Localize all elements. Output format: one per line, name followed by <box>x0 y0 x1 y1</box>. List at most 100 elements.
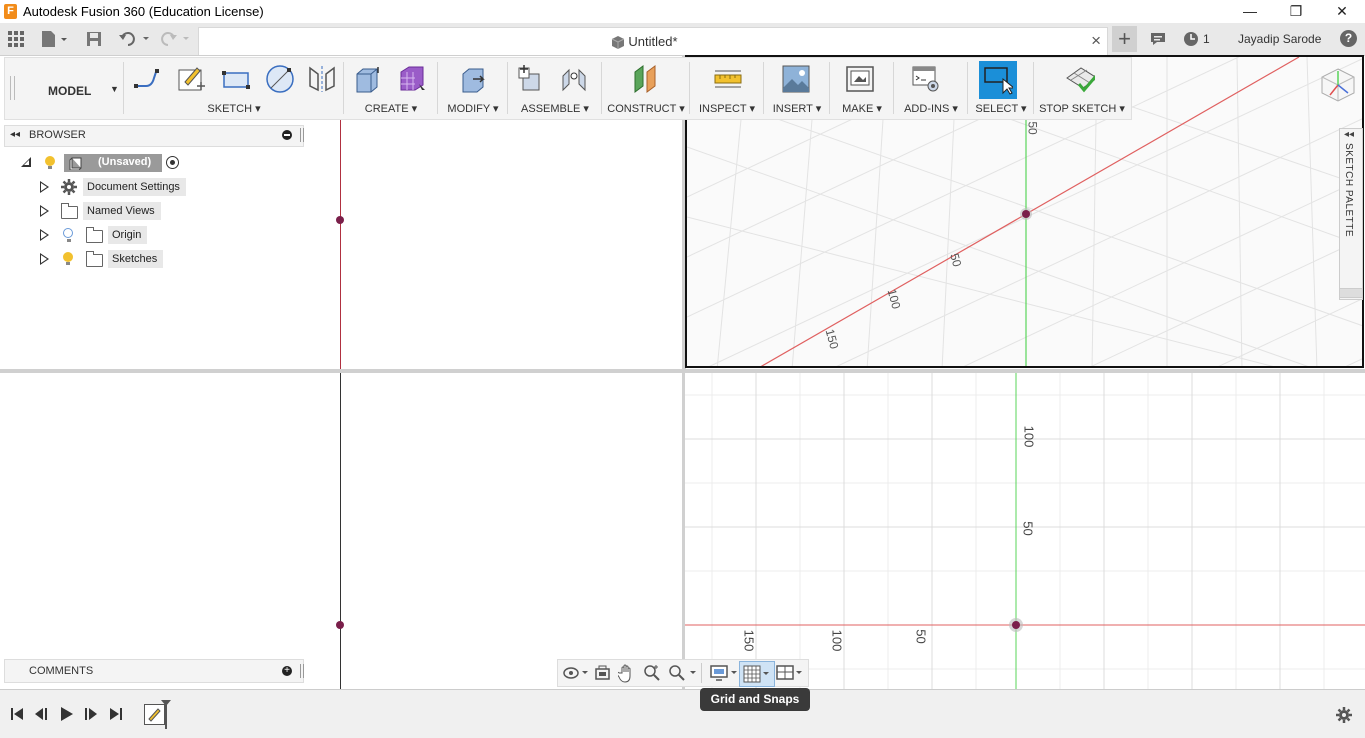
measure-icon[interactable] <box>713 64 743 94</box>
assemble-group[interactable]: ASSEMBLE ▾ <box>511 58 599 119</box>
go-to-end-icon[interactable] <box>109 707 123 721</box>
undo-icon[interactable] <box>118 31 152 47</box>
inspect-group[interactable]: INSPECT ▾ <box>693 58 761 119</box>
comments-panel[interactable]: COMMENTS + <box>4 659 304 683</box>
collapse-tree-icon[interactable] <box>20 156 32 168</box>
extrude-icon[interactable] <box>353 64 383 94</box>
press-pull-icon[interactable] <box>459 64 489 94</box>
expand-icon[interactable] <box>40 229 49 241</box>
grid-label: 50 <box>1025 121 1040 135</box>
expand-icon[interactable] <box>40 253 49 265</box>
browser-root-row[interactable]: (Unsaved) <box>0 153 300 173</box>
visibility-bulb-icon[interactable] <box>63 252 73 265</box>
play-icon[interactable] <box>59 706 75 722</box>
origin-point <box>1022 210 1030 218</box>
red-axis-line <box>340 118 341 369</box>
activate-radio-icon[interactable] <box>166 156 179 169</box>
3d-print-icon[interactable] <box>845 64 875 94</box>
browser-item-named-views[interactable]: Named Views <box>0 201 300 221</box>
new-component-icon[interactable] <box>515 64 545 94</box>
rectangle-tool-icon[interactable] <box>221 64 251 94</box>
addins-group[interactable]: ADD-INS ▾ <box>897 58 965 119</box>
minimize-button[interactable]: — <box>1227 0 1273 23</box>
orbit-icon[interactable] <box>562 664 590 682</box>
insert-group-label: INSERT ▾ <box>772 103 822 115</box>
browser-item-sketches[interactable]: Sketches <box>0 249 300 269</box>
inspect-group-label: INSPECT ▾ <box>698 103 756 115</box>
display-settings-icon[interactable] <box>710 664 740 682</box>
browser-item-document-settings[interactable]: Document Settings <box>0 177 300 197</box>
timeline-settings-gear-icon[interactable] <box>1336 707 1352 723</box>
step-forward-icon[interactable] <box>84 707 98 721</box>
browser-item-origin[interactable]: Origin <box>0 225 300 245</box>
make-group[interactable]: MAKE ▾ <box>833 58 891 119</box>
expand-icon[interactable] <box>40 205 49 217</box>
insert-group[interactable]: INSERT ▾ <box>767 58 827 119</box>
viewport-bottom-left[interactable] <box>0 373 682 689</box>
origin-point[interactable] <box>336 216 344 224</box>
viewports-layout-icon[interactable] <box>776 664 804 682</box>
grid-snaps-button[interactable] <box>739 661 775 687</box>
app-bar: Untitled* × + 1 Jayadip Sarode ? <box>0 23 1365 56</box>
job-status-clock-icon[interactable] <box>1183 31 1199 47</box>
document-tab[interactable]: Untitled* × <box>198 27 1108 55</box>
circle-tool-icon[interactable] <box>265 64 295 94</box>
grid-label: 50 <box>913 629 929 644</box>
view-cube-icon[interactable] <box>1316 63 1360 107</box>
redo-icon[interactable] <box>160 31 194 47</box>
origin-point[interactable] <box>336 621 344 629</box>
fusion-logo-icon: F <box>4 4 17 19</box>
stop-sketch-group[interactable]: STOP SKETCH ▾ <box>1037 58 1127 119</box>
offset-plane-icon[interactable] <box>631 64 661 94</box>
comment-icon[interactable] <box>1150 32 1166 46</box>
go-to-start-icon[interactable] <box>10 707 24 721</box>
scripts-addins-icon[interactable] <box>911 64 941 94</box>
add-comment-icon[interactable]: + <box>282 666 292 676</box>
collapse-palette-icon[interactable]: ◂◂ <box>1344 129 1354 140</box>
toolbar-grip[interactable] <box>10 76 15 100</box>
user-name[interactable]: Jayadip Sarode <box>1238 32 1321 46</box>
comments-pin-icon[interactable] <box>300 664 304 678</box>
close-tab-button[interactable]: × <box>1091 31 1101 51</box>
palette-scrollbar[interactable] <box>1339 288 1363 298</box>
restore-button[interactable]: ❐ <box>1273 0 1319 23</box>
chevron-down-icon: ▼ <box>110 84 119 94</box>
modify-group[interactable]: MODIFY ▾ <box>441 58 505 119</box>
look-at-icon[interactable] <box>594 664 612 682</box>
save-icon[interactable] <box>86 31 102 47</box>
stop-sketch-icon[interactable] <box>1065 64 1095 94</box>
sketch-group[interactable]: SKETCH ▾ <box>129 58 339 119</box>
mirror-tool-icon[interactable] <box>307 64 337 94</box>
select-group[interactable]: SELECT ▾ <box>971 58 1031 119</box>
visibility-bulb-off-icon[interactable] <box>63 228 73 242</box>
timeline-bar <box>0 689 1365 738</box>
browser-header[interactable]: ◂◂ BROWSER <box>4 125 304 147</box>
zoom-icon[interactable] <box>643 664 661 682</box>
expand-icon[interactable] <box>40 181 49 193</box>
help-icon[interactable]: ? <box>1340 30 1357 47</box>
file-menu-icon[interactable] <box>40 30 70 48</box>
pan-hand-icon[interactable] <box>618 663 636 683</box>
visibility-bulb-icon[interactable] <box>45 156 55 169</box>
root-component-chip[interactable]: (Unsaved) <box>64 154 162 172</box>
line-tool-icon[interactable] <box>133 64 163 94</box>
fit-zoom-icon[interactable] <box>668 664 698 682</box>
create-group[interactable]: CREATE ▾ <box>347 58 435 119</box>
sketch-palette-tab[interactable]: ◂◂ SKETCH PALETTE <box>1339 128 1363 300</box>
step-back-icon[interactable] <box>34 707 48 721</box>
construct-group[interactable]: CONSTRUCT ▾ <box>605 58 687 119</box>
new-tab-button[interactable]: + <box>1112 26 1137 52</box>
joint-icon[interactable] <box>559 64 589 94</box>
workspace-switcher[interactable]: MODEL ▼ <box>23 58 121 119</box>
create-sketch-icon[interactable] <box>177 64 207 94</box>
timeline-marker[interactable] <box>160 699 172 731</box>
browser-pin-icon[interactable] <box>300 128 304 142</box>
collapse-browser-icon[interactable]: ◂◂ <box>10 129 20 140</box>
close-button[interactable]: ✕ <box>1319 0 1365 23</box>
insert-image-icon[interactable] <box>781 64 811 94</box>
viewport-bottom-right[interactable]: 100 50 150 100 50 <box>685 373 1365 689</box>
data-panel-grid-icon[interactable] <box>8 31 24 47</box>
form-icon[interactable] <box>397 64 427 94</box>
job-count[interactable]: 1 <box>1203 32 1210 46</box>
select-cursor-icon[interactable] <box>983 65 1013 95</box>
